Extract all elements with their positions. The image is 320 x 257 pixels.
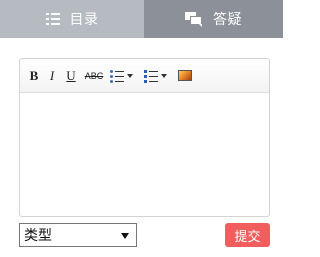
numbered-list-button[interactable]	[144, 67, 172, 85]
insert-image-button[interactable]	[178, 67, 192, 85]
submit-button[interactable]: 提交	[225, 223, 270, 247]
tab-qa-label: 答疑	[213, 12, 242, 28]
tab-qa[interactable]: 答疑	[144, 0, 283, 38]
type-select[interactable]: 类型	[19, 223, 137, 247]
tab-catalog[interactable]: 目录	[0, 0, 144, 38]
italic-button[interactable]: I	[46, 67, 58, 85]
tab-catalog-label: 目录	[69, 12, 99, 28]
rich-text-editor: B I U ABC	[19, 58, 270, 217]
chat-icon	[185, 12, 203, 27]
underline-button[interactable]: U	[64, 67, 78, 85]
image-icon	[178, 70, 192, 81]
editor-toolbar: B I U ABC	[20, 59, 269, 93]
bold-button[interactable]: B	[28, 67, 40, 85]
chevron-down-icon	[127, 73, 133, 78]
tab-bar: 目录 答疑	[0, 0, 283, 38]
editor-content-area[interactable]	[20, 93, 269, 216]
dropdown-arrow-icon	[121, 233, 129, 239]
strikethrough-button[interactable]: ABC	[84, 67, 104, 85]
bullet-list-icon	[110, 69, 124, 83]
chevron-down-icon	[161, 73, 167, 78]
list-icon	[45, 13, 60, 25]
bullet-list-button[interactable]	[110, 67, 138, 85]
numbered-list-icon	[144, 69, 158, 83]
type-select-value: 类型	[24, 228, 52, 244]
